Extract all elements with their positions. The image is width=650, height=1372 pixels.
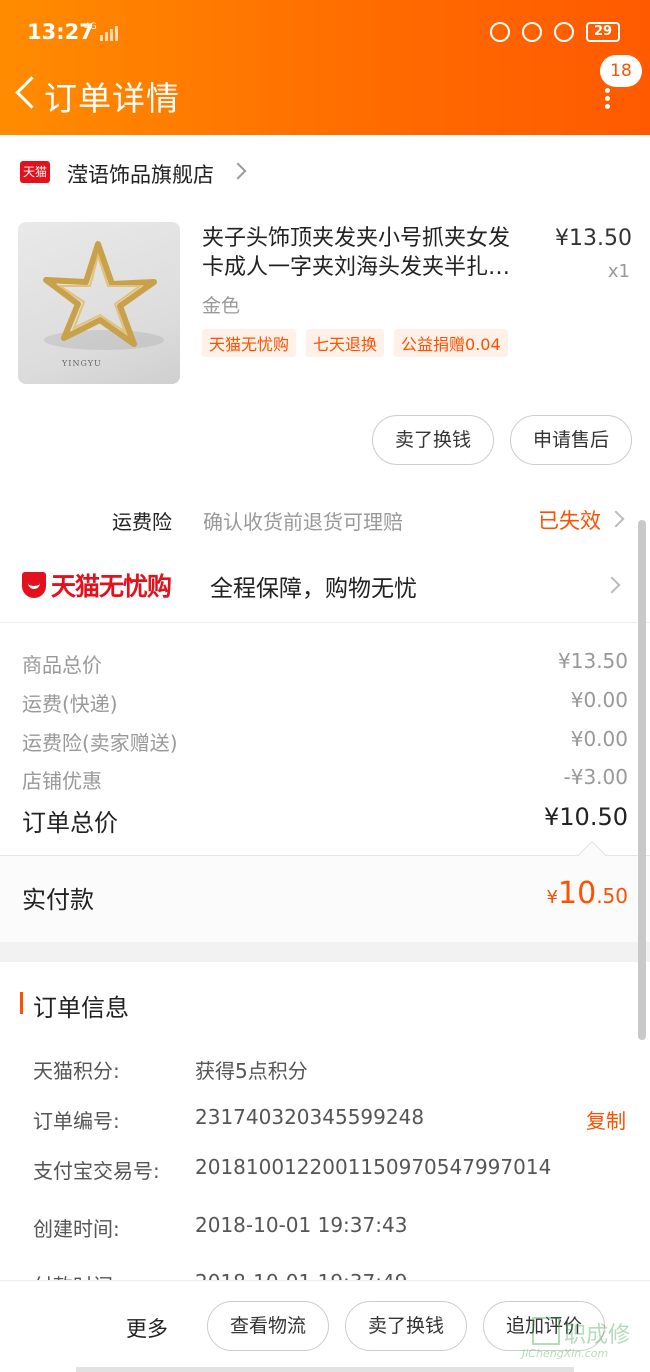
apply-after-sales-button[interactable]: 申请售后	[509, 415, 632, 465]
sell-exchange-button[interactable]: 卖了换钱	[371, 415, 494, 465]
product-sku: 金色	[202, 295, 241, 317]
vibrate-icon	[490, 22, 510, 42]
freight-insurance-status: 已失效	[538, 509, 601, 533]
tmall-logo: 天猫	[20, 161, 50, 183]
status-bar: 13:27 4G 29	[0, 0, 650, 62]
product-title[interactable]: 夹子头饰顶夹发夹小号抓夹女发卡成人一字夹刘海头发夹半扎…	[202, 224, 528, 282]
app-header: 13:27 4G 29 订单详情 18	[0, 0, 650, 135]
tag-charity: 公益捐赠0.04	[394, 329, 508, 357]
order-info-title: 订单信息	[33, 994, 129, 1022]
battery-icon: 29	[586, 22, 620, 42]
price-line: 运费(快递) ¥0.00	[22, 688, 628, 716]
tmall-shield-icon	[22, 572, 46, 598]
product-image-brand: YINGYU	[62, 359, 102, 368]
scrollbar[interactable]	[638, 520, 646, 1040]
order-total-value: ¥10.50	[544, 803, 628, 831]
copy-order-number-button[interactable]: 复制	[586, 1105, 626, 1134]
freight-insurance-label: 运费险	[112, 510, 172, 534]
tag-seven-day-return: 七天退换	[306, 329, 385, 357]
more-button[interactable]: 更多	[126, 1313, 168, 1343]
price-line: 店铺优惠 -¥3.00	[22, 765, 628, 793]
product-quantity: x1	[607, 261, 630, 282]
actual-payment-label: 实付款	[22, 886, 94, 914]
signal-icon	[100, 24, 120, 41]
page-title: 订单详情	[44, 79, 180, 118]
alarm-icon	[554, 22, 574, 42]
message-count-badge: 18	[600, 55, 642, 87]
view-logistics-button[interactable]: 查看物流	[207, 1301, 330, 1351]
more-options-icon[interactable]	[603, 88, 611, 110]
chevron-right-icon	[603, 576, 621, 594]
order-total-label: 订单总价	[22, 809, 118, 837]
back-arrow-icon[interactable]	[12, 72, 42, 112]
service-tags: 天猫无忧购 七天退换 公益捐赠0.04	[202, 329, 508, 357]
worry-free-slogan: 全程保障，购物无忧	[210, 576, 417, 602]
price-line: 商品总价 ¥13.50	[22, 649, 628, 677]
actual-payment-amount: ¥10.50	[546, 876, 628, 911]
home-indicator	[76, 1367, 574, 1372]
store-name-link[interactable]: 滢语饰品旗舰店	[67, 159, 214, 189]
network-type: 4G	[84, 22, 97, 32]
tag-worry-free: 天猫无忧购	[202, 329, 297, 357]
worry-free-row[interactable]: 天猫无忧购 全程保障，购物无忧	[0, 548, 650, 623]
chevron-right-icon	[229, 162, 247, 180]
product-price: ¥13.50	[555, 226, 632, 251]
worry-free-brand: 天猫无忧购	[51, 572, 172, 601]
freight-insurance-row[interactable]: 运费险 确认收货前退货可理赔 已失效	[0, 490, 650, 548]
lock-rotation-icon	[522, 22, 542, 42]
order-info-section: 订单信息 天猫积分: 获得5点积分 订单编号: 2317403203455992…	[0, 962, 650, 1298]
price-breakdown: 商品总价 ¥13.50 运费(快递) ¥0.00 运费险(卖家赠送) ¥0.00…	[0, 623, 650, 856]
price-line: 运费险(卖家赠送) ¥0.00	[22, 727, 628, 755]
item-actions: 卖了换钱 申请售后	[371, 415, 632, 465]
order-total: 订单总价 ¥10.50	[22, 803, 628, 838]
sell-exchange-button[interactable]: 卖了换钱	[345, 1301, 468, 1351]
site-watermark: 职成修 JiChengXin.com	[522, 1317, 642, 1367]
freight-insurance-desc: 确认收货前退货可理赔	[203, 510, 403, 534]
bottom-action-bar: 更多 查看物流 卖了换钱 追加评价 职成修 JiChengXin.com	[0, 1280, 650, 1372]
product-image[interactable]: YINGYU	[18, 222, 180, 384]
order-item-card: 天猫 滢语饰品旗舰店 YINGYU 夹子头饰顶夹发夹小号抓夹女发卡成人一字夹刘海…	[0, 135, 650, 490]
chevron-right-icon	[607, 510, 625, 528]
actual-payment: 实付款 ¥10.50	[0, 840, 650, 942]
